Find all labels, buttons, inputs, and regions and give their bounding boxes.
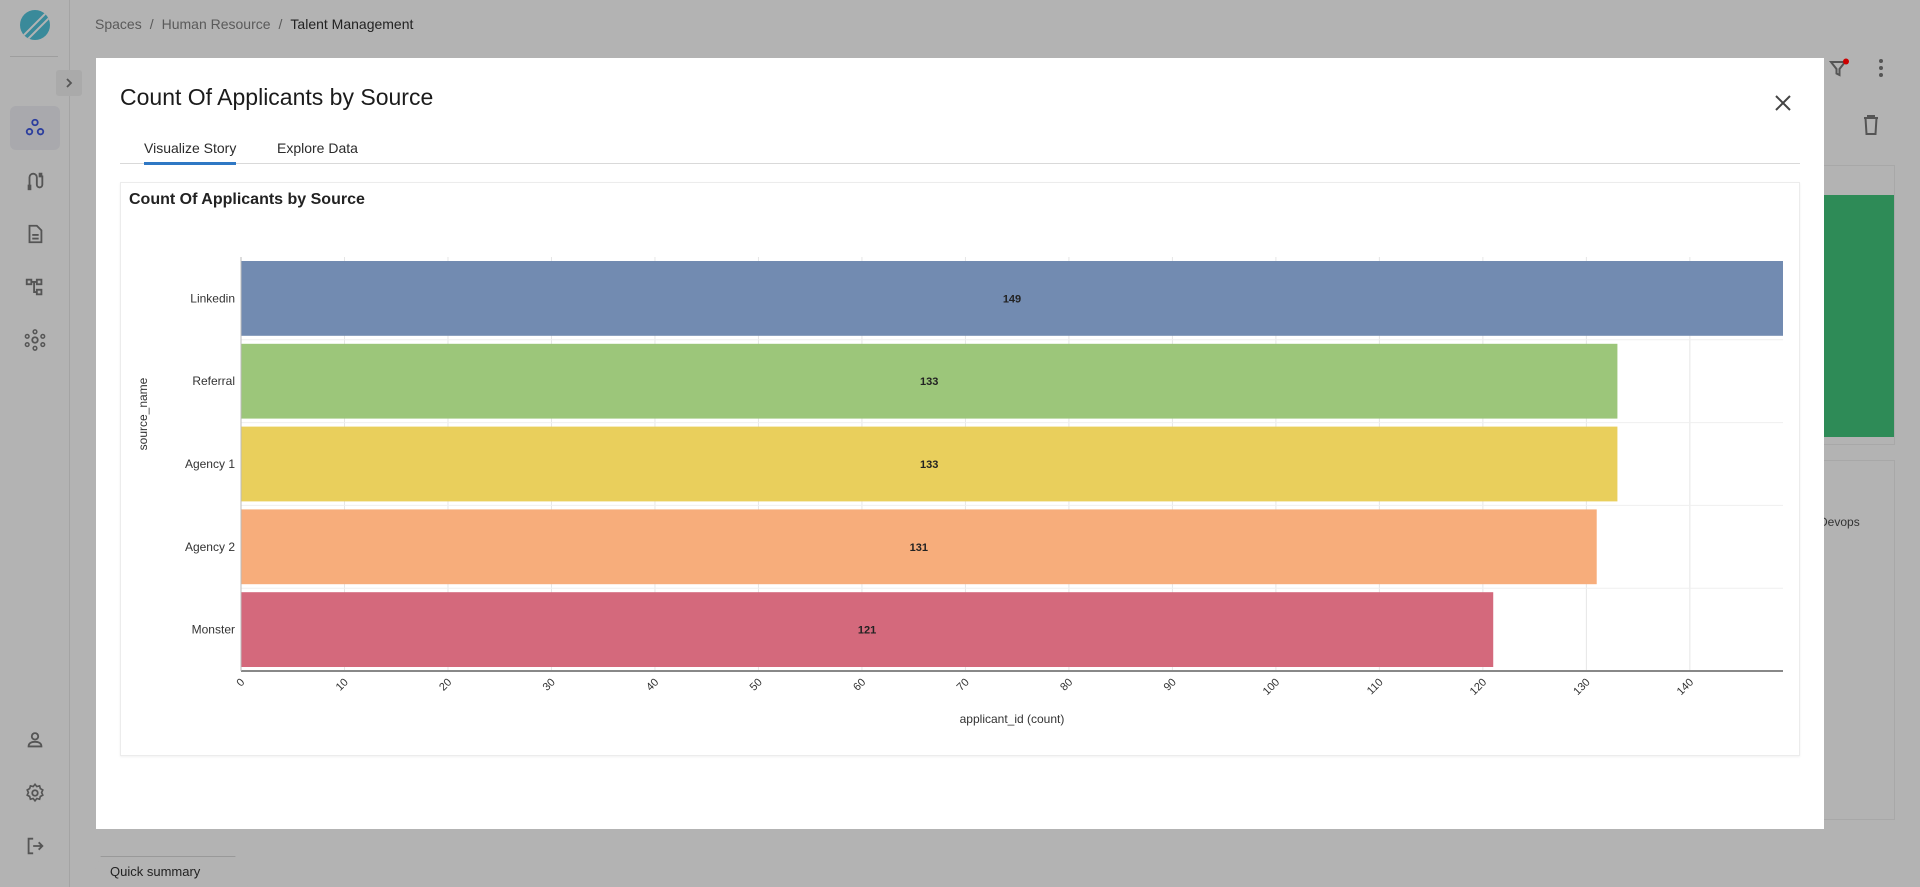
chart-card: Count Of Applicants by Source 149 Linkedi… bbox=[120, 182, 1800, 756]
gear-icon bbox=[26, 782, 44, 803]
document-icon bbox=[28, 224, 43, 244]
category-tick-label: Referral bbox=[192, 374, 235, 388]
breadcrumb: Spaces / Human Resource / Talent Managem… bbox=[95, 16, 413, 32]
network-icon bbox=[24, 329, 46, 351]
sidebar-item-pipelines[interactable] bbox=[10, 159, 60, 203]
bar-chart: 149 Linkedin 133 Referral 133 Agency 1 131 Agen… bbox=[136, 257, 1783, 726]
app-logo[interactable] bbox=[20, 10, 50, 40]
sidebar-item-network[interactable] bbox=[10, 318, 60, 362]
tab-explore-data[interactable]: Explore Data bbox=[277, 140, 358, 162]
close-button[interactable] bbox=[1772, 92, 1794, 114]
background-chart-bar bbox=[1820, 195, 1894, 437]
quick-summary-tab[interactable]: Quick summary bbox=[88, 856, 248, 887]
breadcrumb-separator: / bbox=[149, 16, 154, 32]
filter-icon bbox=[1828, 58, 1849, 77]
category-tick-label: Agency 2 bbox=[185, 540, 235, 554]
breadcrumb-spaces[interactable]: Spaces bbox=[95, 16, 142, 32]
close-icon bbox=[1775, 95, 1791, 111]
x-tick-label: 110 bbox=[1365, 676, 1386, 697]
user-icon bbox=[27, 732, 43, 748]
chart-modal: Count Of Applicants by Source Visualize … bbox=[96, 58, 1824, 829]
x-tick-label: 70 bbox=[955, 676, 972, 693]
more-vertical-icon bbox=[1879, 59, 1883, 77]
quick-summary-label: Quick summary bbox=[110, 864, 201, 879]
x-tick-label: 100 bbox=[1261, 676, 1282, 697]
filter-button[interactable] bbox=[1828, 58, 1850, 85]
data-label: 149 bbox=[1003, 293, 1021, 305]
category-tick-label: Linkedin bbox=[190, 291, 235, 305]
category-tick-label: Agency 1 bbox=[185, 457, 235, 471]
modal-title: Count Of Applicants by Source bbox=[120, 84, 434, 110]
y-axis-title: source_name bbox=[136, 377, 150, 450]
more-options-button[interactable] bbox=[1878, 58, 1884, 83]
background-card bbox=[1820, 460, 1895, 820]
x-tick-label: 50 bbox=[748, 676, 765, 693]
data-label: 133 bbox=[920, 376, 938, 388]
breadcrumb-human-resource[interactable]: Human Resource bbox=[162, 16, 271, 32]
x-tick-label: 20 bbox=[437, 676, 454, 693]
x-tick-label: 40 bbox=[644, 676, 661, 693]
data-label: 121 bbox=[858, 625, 876, 637]
breadcrumb-separator: / bbox=[278, 16, 283, 32]
x-tick-label: 120 bbox=[1468, 676, 1489, 697]
bars bbox=[241, 261, 1783, 667]
sidebar-item-logout[interactable] bbox=[10, 824, 60, 868]
expand-sidebar-button[interactable] bbox=[56, 70, 82, 96]
sidebar-item-spaces[interactable] bbox=[10, 106, 60, 150]
sidebar-item-hierarchy[interactable] bbox=[10, 265, 60, 309]
pipeline-icon bbox=[27, 172, 44, 191]
sidebar-item-settings[interactable] bbox=[10, 771, 60, 815]
x-tick-label: 10 bbox=[334, 676, 351, 693]
x-tick-label: 30 bbox=[541, 676, 558, 693]
category-tick-label: Monster bbox=[192, 623, 235, 637]
delete-button[interactable] bbox=[1862, 114, 1880, 141]
hierarchy-icon bbox=[25, 278, 43, 296]
x-tick-label: 130 bbox=[1571, 676, 1592, 697]
x-axis-title: applicant_id (count) bbox=[960, 712, 1065, 726]
chevron-right-icon bbox=[66, 78, 73, 88]
logout-icon bbox=[27, 837, 44, 855]
modal-tabs bbox=[120, 58, 1800, 164]
x-tick-label: 0 bbox=[235, 676, 248, 689]
tab-visualize-story[interactable]: Visualize Story bbox=[144, 140, 237, 165]
x-tick-label: 80 bbox=[1058, 676, 1075, 693]
trash-icon bbox=[1864, 115, 1878, 135]
background-label: Devops bbox=[1819, 515, 1860, 529]
rail-divider bbox=[10, 56, 58, 57]
nav-rail bbox=[0, 0, 70, 887]
data-label: 133 bbox=[920, 459, 938, 471]
data-label: 131 bbox=[910, 542, 928, 554]
breadcrumb-current: Talent Management bbox=[290, 16, 414, 32]
x-tick-label: 60 bbox=[851, 676, 868, 693]
nodes-icon bbox=[25, 118, 45, 136]
x-tick-label: 90 bbox=[1162, 676, 1179, 693]
sidebar-item-profile[interactable] bbox=[10, 718, 60, 762]
sidebar-item-documents[interactable] bbox=[10, 212, 60, 256]
x-tick-label: 140 bbox=[1675, 676, 1696, 697]
